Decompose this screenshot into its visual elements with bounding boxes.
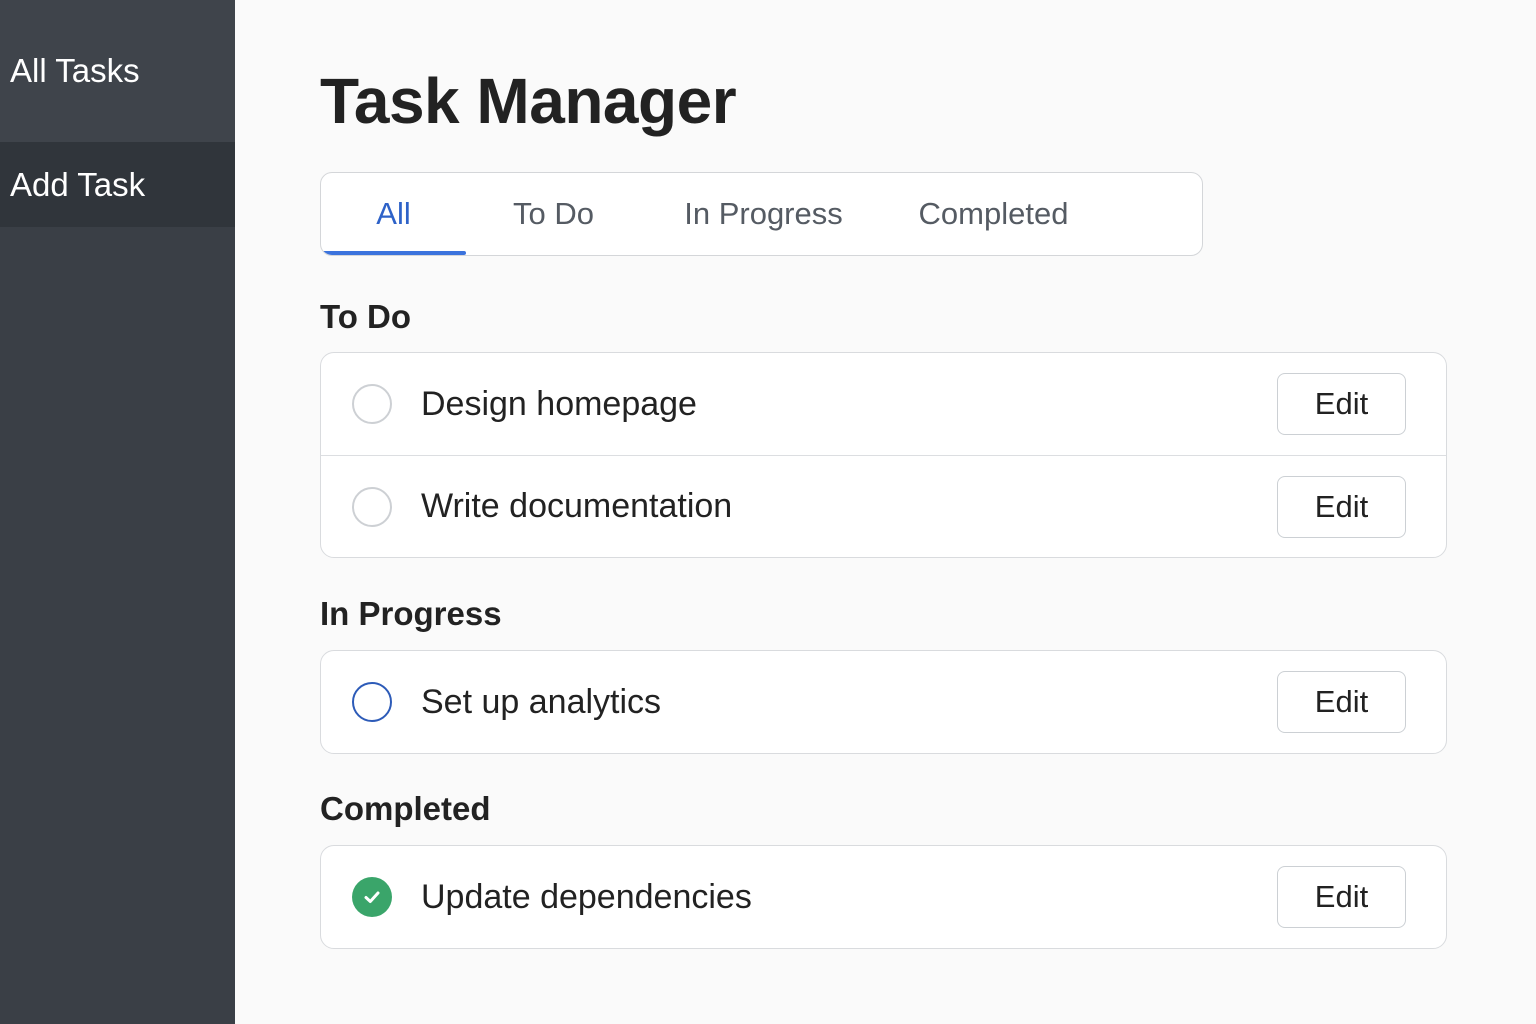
task-row: Design homepage Edit: [321, 353, 1446, 455]
task-row: Update dependencies Edit: [321, 846, 1446, 948]
blue-ring-icon[interactable]: [352, 682, 392, 722]
sidebar-item-label: All Tasks: [10, 52, 140, 89]
empty-circle-icon[interactable]: [352, 486, 392, 527]
task-list-in-progress: Set up analytics Edit: [320, 650, 1447, 754]
check-circle-icon[interactable]: [352, 877, 392, 917]
page-title: Task Manager: [320, 65, 737, 137]
sidebar-item-label: Add Task: [10, 165, 146, 203]
task-row: Write documentation Edit: [321, 455, 1446, 557]
task-list-completed: Update dependencies Edit: [320, 845, 1447, 949]
task-name: Design homepage: [421, 384, 697, 423]
edit-button[interactable]: Edit: [1277, 373, 1406, 435]
task-name: Set up analytics: [421, 682, 662, 721]
sidebar-item-all-tasks[interactable]: All Tasks: [0, 0, 235, 142]
task-name: Write documentation: [421, 487, 733, 525]
tab-completed[interactable]: Completed: [886, 173, 1101, 255]
edit-button[interactable]: Edit: [1277, 475, 1406, 538]
tab-to-do[interactable]: To Do: [466, 173, 641, 255]
edit-button[interactable]: Edit: [1277, 671, 1406, 733]
status-tabs: All To Do In Progress Completed: [320, 172, 1203, 256]
checkmark-icon: [364, 891, 380, 903]
task-list-to-do: Design homepage Edit Write documentation…: [320, 352, 1447, 558]
section-title-completed: Completed: [320, 790, 491, 827]
app: All Tasks Add Task Task Manager All To D…: [0, 0, 1536, 1024]
tab-all[interactable]: All: [321, 173, 466, 255]
section-title-to-do: To Do: [320, 298, 412, 335]
task-name: Update dependencies: [421, 877, 752, 916]
empty-circle-icon[interactable]: [352, 384, 392, 424]
task-row: Set up analytics Edit: [321, 651, 1446, 753]
sidebar: All Tasks Add Task: [0, 0, 235, 1024]
tab-in-progress[interactable]: In Progress: [641, 173, 886, 255]
section-title-in-progress: In Progress: [320, 595, 502, 632]
main-content: Task Manager All To Do In Progress Compl…: [235, 0, 1536, 1024]
sidebar-item-add-task[interactable]: Add Task: [0, 142, 235, 227]
edit-button[interactable]: Edit: [1277, 866, 1406, 928]
